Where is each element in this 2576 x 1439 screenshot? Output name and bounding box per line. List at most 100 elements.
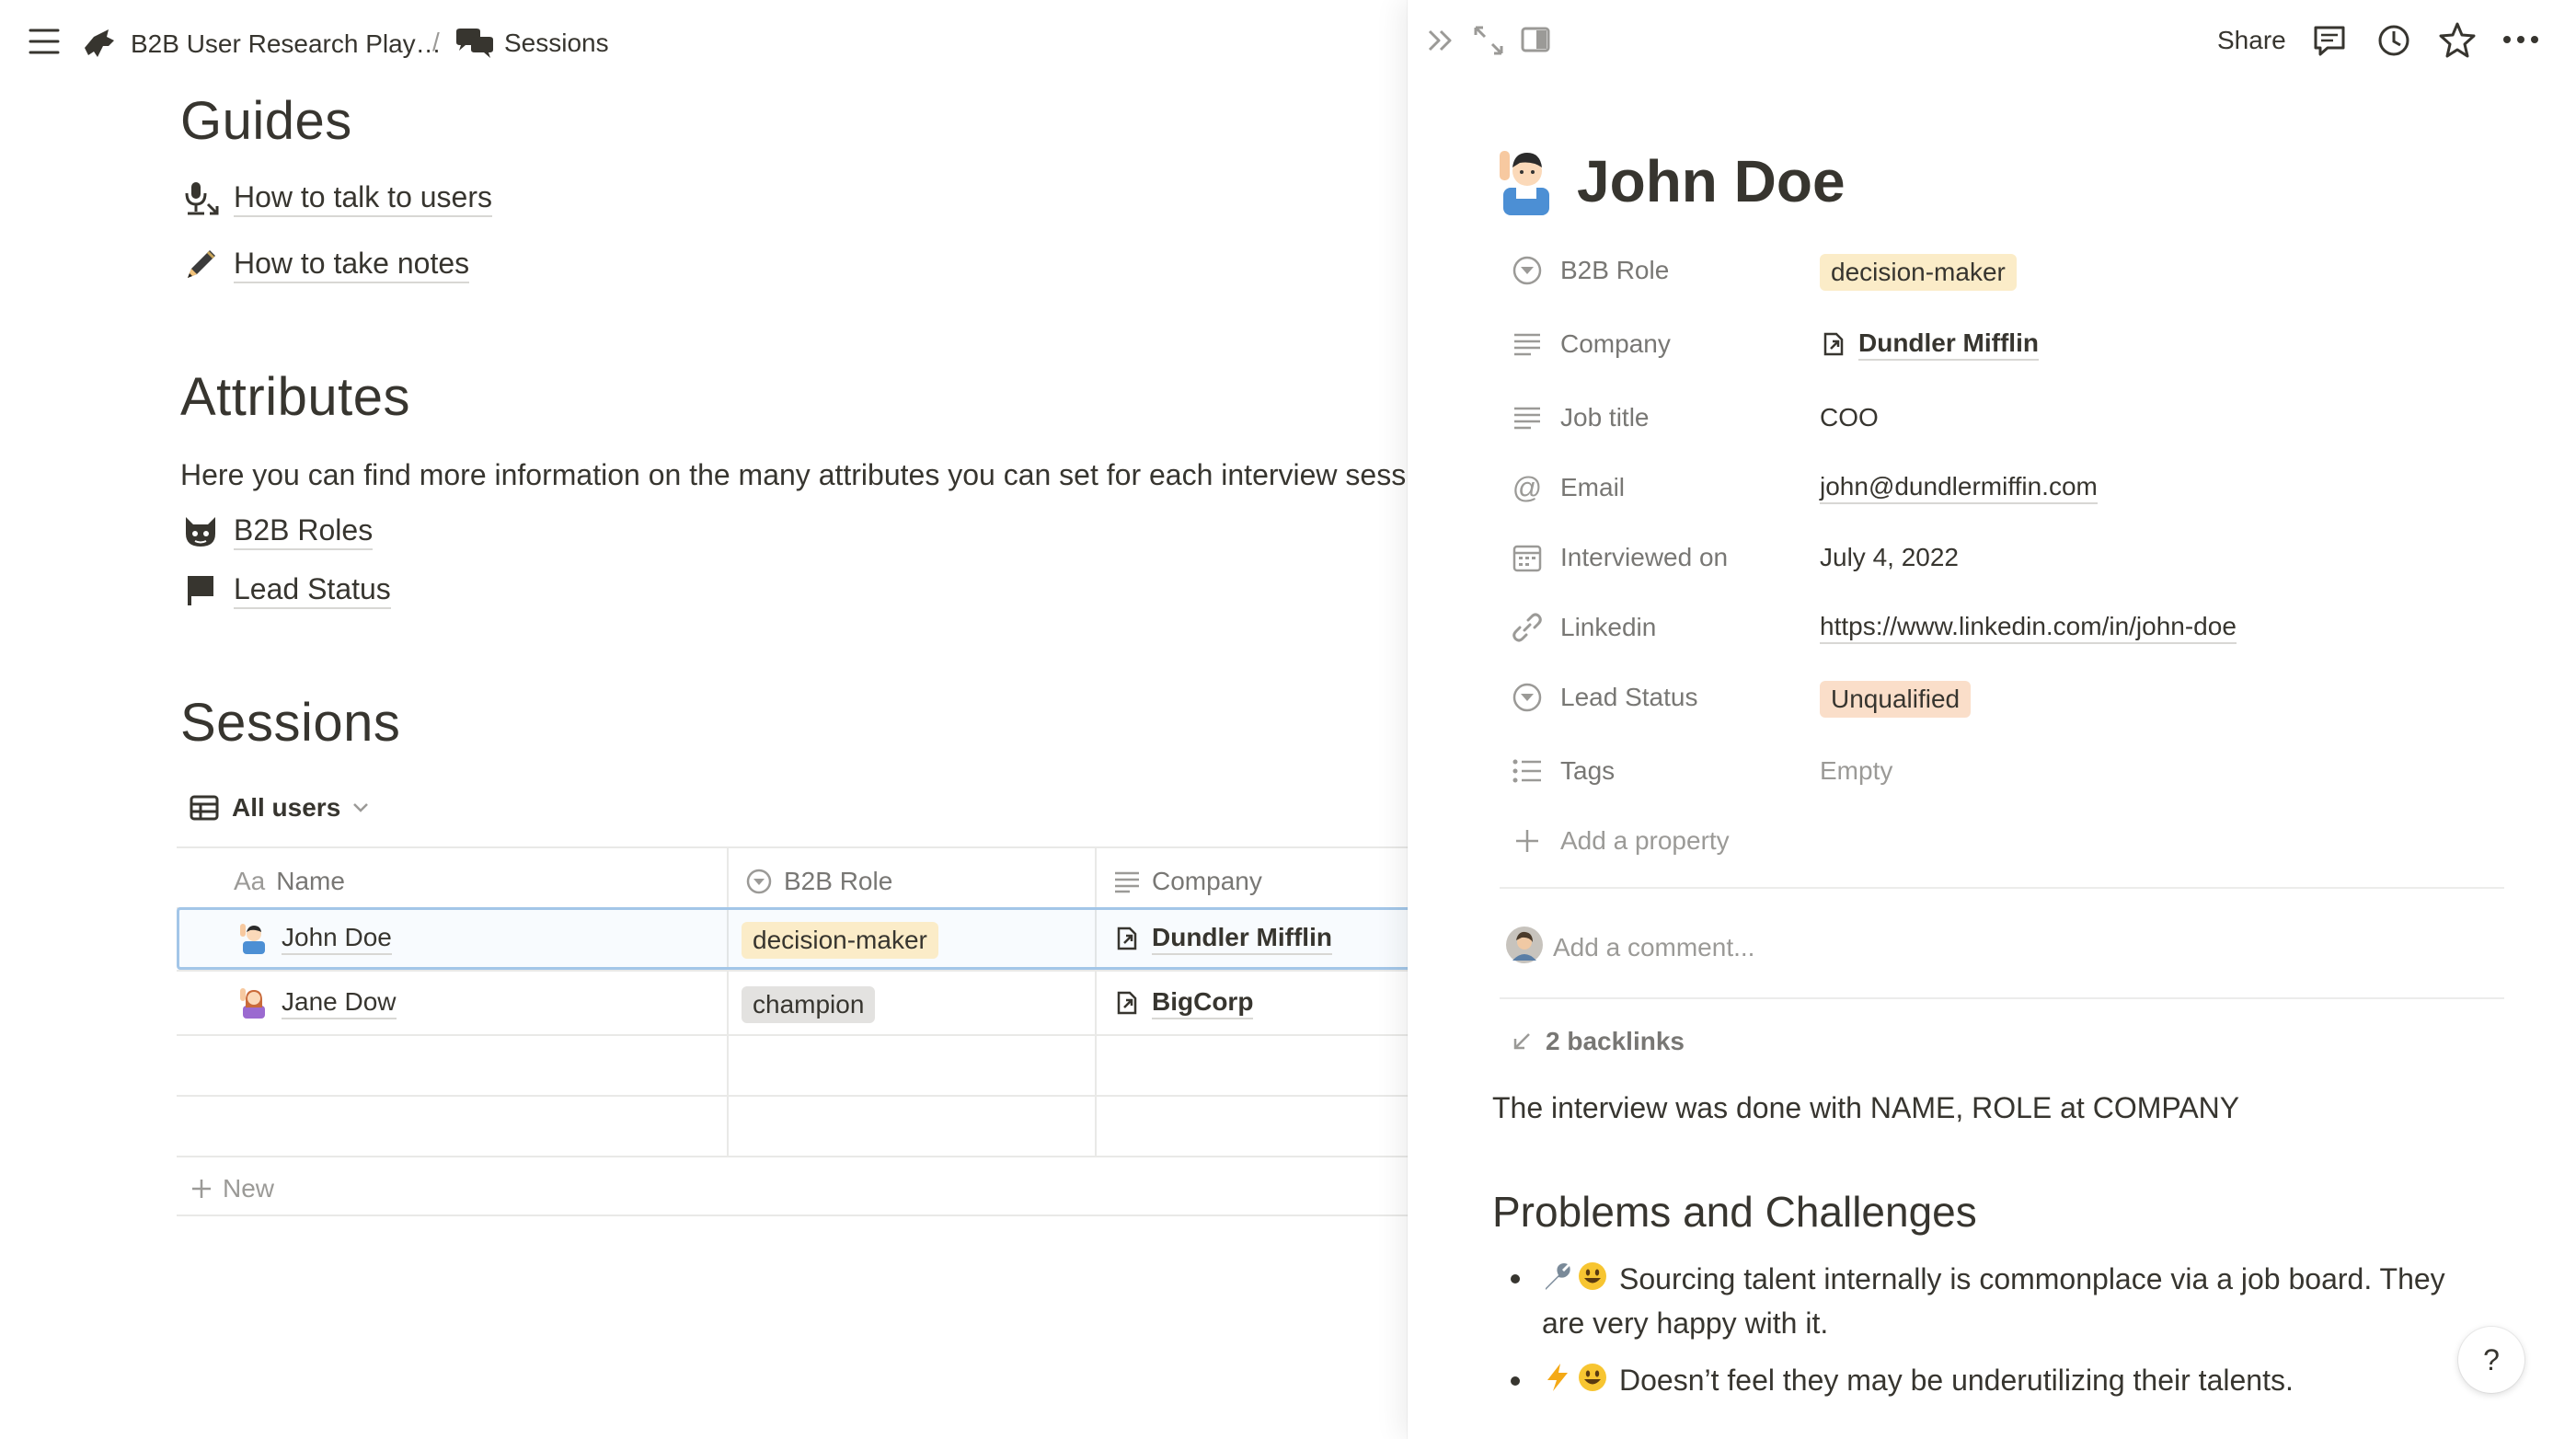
new-row-button[interactable]: New <box>190 1170 274 1207</box>
table-icon <box>190 795 219 821</box>
attribute-link-lead-status-label: Lead Status <box>234 572 391 609</box>
row-company-label: Dundler Mifflin <box>1152 922 1332 955</box>
help-label: ? <box>2483 1342 2500 1376</box>
page-title[interactable]: John Doe <box>1577 147 1846 215</box>
topbar-left: B2B User Research Play… / Sessions <box>0 0 1408 83</box>
guide-link-notes[interactable]: How to take notes <box>182 247 470 283</box>
expand-icon[interactable] <box>1472 24 1505 57</box>
select-property-icon <box>1509 252 1546 289</box>
property-value-company-label: Dundler Mifflin <box>1858 328 2039 361</box>
avatar <box>1505 926 1544 964</box>
new-row-label: New <box>223 1174 275 1203</box>
column-header-company-label: Company <box>1152 867 1262 895</box>
breadcrumb-workspace-label: B2B User Research Play… <box>131 29 442 58</box>
table-row[interactable]: John Doe <box>237 920 392 957</box>
backlinks-toggle[interactable]: 2 backlinks <box>1511 1027 1685 1056</box>
row-role[interactable]: decision-maker <box>742 920 938 961</box>
add-property-button[interactable]: Add a property <box>1509 823 1730 859</box>
properties-divider <box>1500 887 2504 889</box>
link-icon <box>1509 609 1546 646</box>
favorite-star-icon[interactable] <box>2438 20 2477 59</box>
side-peek-icon[interactable] <box>1520 26 1551 53</box>
cat-mask-icon <box>182 513 219 550</box>
text-lines-icon <box>1509 326 1546 363</box>
breadcrumb-page-label: Sessions <box>504 29 609 57</box>
speech-bubbles-icon <box>454 28 495 59</box>
row-company-label: BigCorp <box>1152 986 1254 1019</box>
select-property-icon <box>1509 679 1546 716</box>
help-button[interactable]: ? <box>2458 1327 2524 1393</box>
wrench-icon <box>1542 1261 1573 1292</box>
column-divider <box>727 846 729 1157</box>
column-header-name-label: Name <box>276 867 345 895</box>
property-value-linkedin[interactable]: https://www.linkedin.com/in/john-doe <box>1820 609 2237 646</box>
attribute-link-lead-status[interactable]: Lead Status <box>182 572 391 609</box>
email-link[interactable]: john@dundlermiffin.com <box>1820 471 2098 504</box>
intro-paragraph: The interview was done with NAME, ROLE a… <box>1492 1091 2240 1124</box>
property-value-tags[interactable]: Empty <box>1820 753 1892 789</box>
row-company[interactable]: Dundler Mifflin <box>1113 920 1332 957</box>
history-icon[interactable] <box>2375 22 2412 59</box>
tag-unqualified: Unqualified <box>1820 681 1972 718</box>
property-value-b2b-role[interactable]: decision-maker <box>1820 252 2017 293</box>
view-label: All users <box>232 793 341 822</box>
property-value-email[interactable]: john@dundlermiffin.com <box>1820 469 2098 506</box>
close-peek-icon[interactable] <box>1424 24 1457 57</box>
property-value-interviewed-on[interactable]: July 4, 2022 <box>1820 539 1959 576</box>
row-company[interactable]: BigCorp <box>1113 984 1254 1021</box>
column-header-name[interactable]: Aa Name <box>234 867 345 896</box>
person-raising-hand-icon <box>237 923 269 954</box>
page-link-icon <box>1113 989 1141 1017</box>
linkedin-url-link[interactable]: https://www.linkedin.com/in/john-doe <box>1820 611 2237 644</box>
property-lead-status[interactable]: Lead Status <box>1509 679 1697 716</box>
guide-link-notes-label: How to take notes <box>234 247 470 283</box>
page-icon-person[interactable] <box>1496 147 1555 215</box>
bullet-2-line-1: Doesn’t feel they may be underutilizing … <box>1619 1364 2294 1397</box>
property-linkedin[interactable]: Linkedin <box>1509 609 1656 646</box>
breadcrumb-page[interactable]: Sessions <box>454 28 609 59</box>
attribute-link-roles[interactable]: B2B Roles <box>182 513 374 550</box>
comment-icon[interactable] <box>2311 22 2348 59</box>
chevron-down-icon <box>351 801 370 814</box>
property-job-title[interactable]: Job title <box>1509 399 1650 436</box>
property-value-company[interactable]: Dundler Mifflin <box>1820 326 2039 363</box>
property-value-job-title[interactable]: COO <box>1820 399 1879 436</box>
plus-icon <box>190 1177 213 1201</box>
property-interviewed-on[interactable]: Interviewed on <box>1509 539 1728 576</box>
property-value-lead-status[interactable]: Unqualified <box>1820 679 1972 720</box>
flag-icon <box>182 572 219 609</box>
table-row[interactable]: Jane Dow <box>237 984 397 1021</box>
property-label: B2B Role <box>1560 256 1670 284</box>
guides-heading: Guides <box>180 91 352 151</box>
page-link-icon <box>1113 925 1141 952</box>
row-border <box>177 1095 1408 1097</box>
text-lines-icon <box>1113 869 1141 893</box>
more-options-icon[interactable] <box>2502 35 2539 44</box>
comment-divider <box>1500 997 2504 999</box>
property-label: Job title <box>1560 403 1650 432</box>
comment-input[interactable]: Add a comment... <box>1553 933 2289 962</box>
text-lines-icon <box>1509 399 1546 436</box>
attributes-description: Here you can find more information on th… <box>180 458 1407 491</box>
select-property-icon <box>745 868 773 895</box>
column-header-company[interactable]: Company <box>1113 867 1262 896</box>
row-border <box>177 970 1408 972</box>
share-button[interactable]: Share <box>2217 26 2286 55</box>
property-email[interactable]: @ Email <box>1509 469 1625 506</box>
property-b2b-role[interactable]: B2B Role <box>1509 252 1669 289</box>
property-label: Company <box>1560 329 1671 358</box>
property-tags[interactable]: Tags <box>1509 753 1615 789</box>
column-divider <box>1095 846 1097 1157</box>
microphone-icon <box>182 180 219 217</box>
table-border-top <box>177 846 1408 848</box>
menu-icon[interactable] <box>28 26 61 57</box>
pen-icon <box>182 247 219 283</box>
view-selector[interactable]: All users <box>190 793 370 823</box>
property-company[interactable]: Company <box>1509 326 1671 363</box>
guide-link-talk[interactable]: How to talk to users <box>182 180 492 217</box>
bullet-dot <box>1511 1376 1520 1386</box>
row-role[interactable]: champion <box>742 984 876 1025</box>
column-header-role[interactable]: B2B Role <box>745 867 892 896</box>
breadcrumb-workspace[interactable]: B2B User Research Play… <box>81 28 442 61</box>
list-icon <box>1509 753 1546 789</box>
